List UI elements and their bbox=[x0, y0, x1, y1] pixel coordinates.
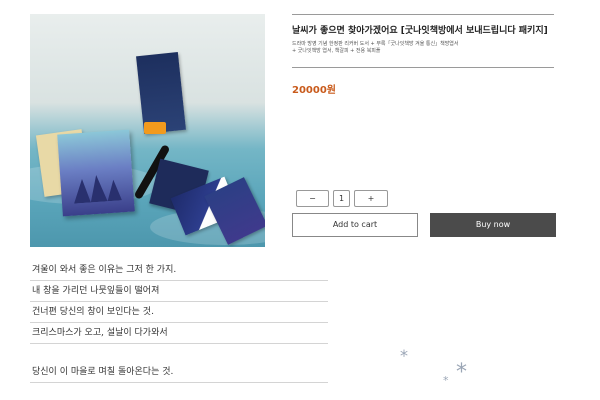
product-title: 날씨가 좋으면 찾아가겠어요 [굿나잇책방에서 보내드립니다 패키지] bbox=[292, 26, 548, 36]
poem-line: 겨울이 와서 좋은 이유는 그저 한 가지. bbox=[30, 260, 328, 281]
product-description: 드라마 방영 기념 한정판 리커버 도서 + 부록「굿나잇책방 겨울 통신」책방… bbox=[292, 41, 459, 47]
add-to-cart-button[interactable]: Add to cart bbox=[292, 213, 418, 237]
snowflake-icon: * bbox=[400, 346, 408, 365]
book-illustration bbox=[72, 170, 122, 203]
buy-now-button[interactable]: Buy now bbox=[430, 213, 556, 237]
product-info: 날씨가 좋으면 찾아가겠어요 [굿나잇책방에서 보내드립니다 패키지] 드라마 … bbox=[292, 14, 554, 68]
quantity-stepper: − 1 + bbox=[296, 190, 388, 207]
snowflake-icon: * bbox=[443, 374, 449, 387]
poem-line: 내 창을 가리던 나뭇잎들이 떨어져 bbox=[30, 281, 328, 302]
book-cover bbox=[57, 129, 135, 217]
postcard-holder bbox=[144, 122, 166, 134]
poem-line: 건너편 당신의 창이 보인다는 것. bbox=[30, 302, 328, 323]
divider bbox=[292, 67, 554, 68]
increase-quantity-button[interactable]: + bbox=[354, 190, 388, 207]
poem-line-blank bbox=[30, 344, 328, 362]
product-price: 20000원 bbox=[292, 85, 336, 96]
quantity-field[interactable]: 1 bbox=[333, 190, 350, 207]
product-description: + 굿나잇책방 엽서, 책갈피 + 전용 북피플 bbox=[292, 48, 381, 54]
poem-line: 크리스마스가 오고, 설날이 다가와서 bbox=[30, 323, 328, 344]
decrease-quantity-button[interactable]: − bbox=[296, 190, 329, 207]
divider bbox=[292, 14, 554, 15]
poem-block: 겨울이 와서 좋은 이유는 그저 한 가지. 내 창을 가리던 나뭇잎들이 떨어… bbox=[30, 260, 328, 383]
poem-line: 당신이 이 마을로 며칠 돌아온다는 것. bbox=[30, 362, 328, 383]
snowflake-icon: * bbox=[456, 360, 467, 385]
product-image bbox=[30, 14, 265, 247]
